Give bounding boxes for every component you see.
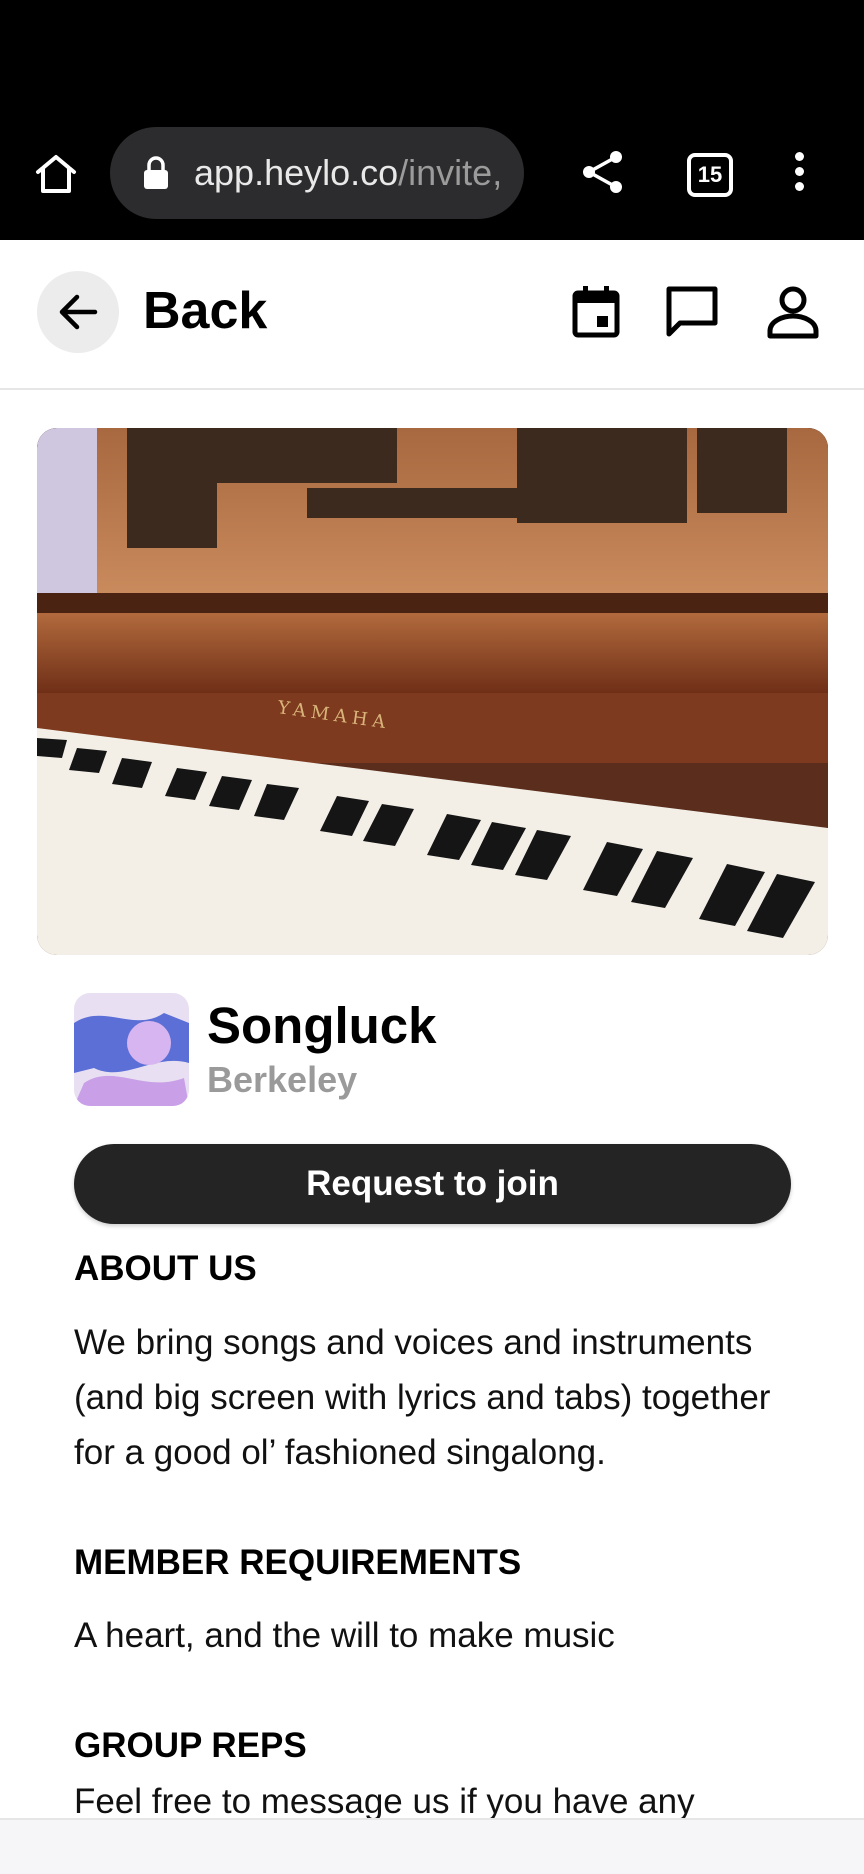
chat-icon[interactable]: [664, 284, 720, 340]
more-vert-icon[interactable]: [782, 150, 818, 194]
home-icon: [36, 155, 76, 193]
requirements-body: A heart, and the will to make music: [74, 1616, 615, 1655]
address-bar[interactable]: app.heylo.co/invite,: [110, 127, 524, 219]
lock-icon: [144, 156, 168, 189]
back-button[interactable]: [37, 271, 119, 353]
profile-icon[interactable]: [765, 284, 821, 340]
group-avatar: [74, 993, 189, 1106]
about-body: We bring songs and voices and instrument…: [74, 1323, 771, 1472]
request-to-join-button[interactable]: Request to join: [74, 1144, 791, 1224]
share-icon[interactable]: [580, 149, 626, 195]
bottom-bar: [0, 1818, 864, 1874]
calendar-icon[interactable]: [570, 284, 622, 340]
group-avatar-image: [74, 993, 189, 1106]
tabs-icon[interactable]: 15: [687, 153, 733, 197]
url-path: /invite,: [398, 152, 503, 193]
piano-illustration: YAMAHA: [37, 428, 828, 955]
group-name: Songluck: [207, 997, 437, 1054]
about-title: ABOUT US: [74, 1249, 257, 1288]
back-arrow-icon: [59, 294, 98, 330]
status-bar: [0, 0, 864, 96]
browser-toolbar: app.heylo.co/invite, 15: [0, 96, 864, 240]
app-header: Back: [0, 240, 864, 390]
url-text: app.heylo.co/invite,: [194, 149, 524, 197]
url-host: app.heylo.co: [194, 152, 399, 193]
group-cover-photo: YAMAHA: [37, 428, 828, 955]
requirements-title: MEMBER REQUIREMENTS: [74, 1543, 522, 1582]
group-reps-title: GROUP REPS: [74, 1726, 307, 1765]
back-label[interactable]: Back: [143, 280, 267, 342]
group-location: Berkeley: [207, 1059, 358, 1100]
home-button[interactable]: [28, 148, 84, 200]
